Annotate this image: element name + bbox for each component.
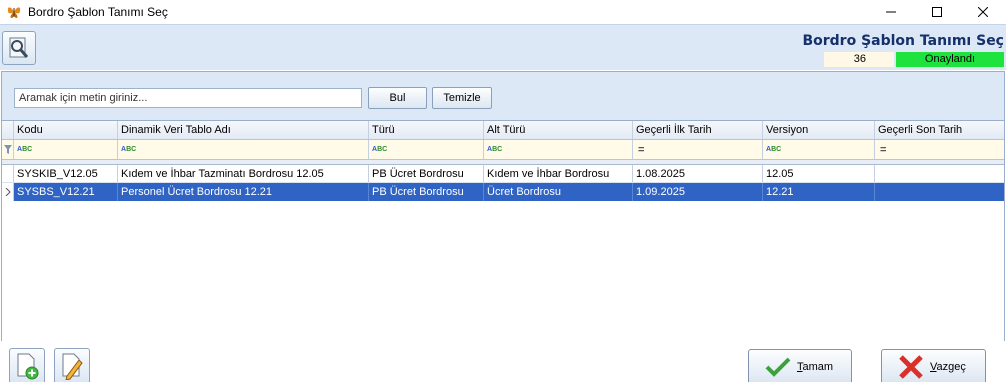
minimize-icon: [886, 11, 896, 13]
filter-cell-turu[interactable]: ABC: [369, 140, 484, 159]
equals-filter-icon: =: [880, 143, 887, 156]
cell-versiyon: 12.05: [763, 165, 875, 182]
maximize-icon: [932, 7, 942, 17]
clear-button[interactable]: Temizle: [432, 87, 492, 109]
filter-cell-alt-turu[interactable]: ABC: [484, 140, 633, 159]
cell-alt-turu: Ücret Bordrosu: [484, 183, 633, 201]
record-count: 36: [824, 52, 894, 67]
main-panel: Bul Temizle Kodu Dinamik Veri Tablo Adı …: [1, 71, 1005, 341]
column-header-alt-turu[interactable]: Alt Türü: [484, 121, 633, 139]
cell-turu: PB Ücret Bordrosu: [369, 183, 484, 201]
search-settings-icon: [9, 37, 29, 58]
filter-cell-tablo-adi[interactable]: ABC: [118, 140, 369, 159]
text-filter-icon: ABC: [487, 145, 503, 153]
column-header-versiyon[interactable]: Versiyon: [763, 121, 875, 139]
tool-button[interactable]: [2, 31, 36, 65]
text-filter-icon: ABC: [17, 145, 33, 153]
search-input[interactable]: [14, 88, 362, 108]
new-button[interactable]: [9, 348, 45, 382]
cell-tablo-adi: Kıdem ve İhbar Tazminatı Bordrosu 12.05: [118, 165, 369, 182]
edit-document-icon: [62, 353, 83, 380]
edit-button[interactable]: [54, 348, 90, 382]
column-header-kodu[interactable]: Kodu: [14, 121, 118, 139]
maximize-button[interactable]: [914, 0, 960, 24]
text-filter-icon: ABC: [766, 145, 782, 153]
table-row[interactable]: SYSKIB_V12.05 Kıdem ve İhbar Tazminatı B…: [2, 165, 1004, 183]
window-title: Bordro Şablon Tanımı Seç: [28, 5, 168, 19]
filter-row: ABC ABC ABC ABC = ABC =: [2, 140, 1004, 160]
cell-son-tarih: [875, 165, 1004, 182]
cell-alt-turu: Kıdem ve İhbar Bordrosu: [484, 165, 633, 182]
grid-header: Kodu Dinamik Veri Tablo Adı Türü Alt Tür…: [2, 121, 1004, 140]
row-indicator-arrow: [2, 183, 14, 201]
text-filter-icon: ABC: [121, 145, 137, 153]
status-badge: Onaylandı: [896, 52, 1004, 67]
cancel-button-label: Vazgeç: [930, 361, 966, 373]
cell-versiyon: 12.21: [763, 183, 875, 201]
cell-tablo-adi: Personel Ücret Bordrosu 12.21: [118, 183, 369, 201]
butterfly-icon: [6, 4, 22, 20]
column-header-son-tarih[interactable]: Geçerli Son Tarih: [875, 121, 1004, 139]
title-bar: Bordro Şablon Tanımı Seç: [0, 0, 1006, 24]
ok-button[interactable]: Tamam: [748, 349, 852, 382]
close-icon: [978, 7, 988, 17]
chevron-right-icon: [5, 188, 11, 196]
text-filter-icon: ABC: [372, 145, 388, 153]
ok-button-label: Tamam: [797, 361, 834, 373]
cell-kodu: SYSKIB_V12.05: [14, 165, 118, 182]
filter-icon: [2, 140, 14, 159]
equals-filter-icon: =: [638, 143, 645, 156]
new-document-icon: [17, 353, 39, 380]
close-button[interactable]: [960, 0, 1006, 24]
filter-cell-versiyon[interactable]: ABC: [763, 140, 875, 159]
cell-kodu: SYSBS_V12.21: [14, 183, 118, 201]
cancel-button[interactable]: Vazgeç: [881, 349, 986, 382]
filter-cell-kodu[interactable]: ABC: [14, 140, 118, 159]
column-header-turu[interactable]: Türü: [369, 121, 484, 139]
form-title: Bordro Şablon Tanımı Seç: [802, 33, 1004, 49]
minimize-button[interactable]: [868, 0, 914, 24]
form-header: Bordro Şablon Tanımı Seç 36 Onaylandı: [0, 24, 1006, 70]
filter-cell-son-tarih[interactable]: =: [875, 140, 1004, 159]
cell-son-tarih: [875, 183, 1004, 201]
column-header-tablo-adi[interactable]: Dinamik Veri Tablo Adı: [118, 121, 369, 139]
filter-cell-ilk-tarih[interactable]: =: [633, 140, 763, 159]
cell-ilk-tarih: 1.08.2025: [633, 165, 763, 182]
cell-ilk-tarih: 1.09.2025: [633, 183, 763, 201]
table-row-selected[interactable]: SYSBS_V12.21 Personel Ücret Bordrosu 12.…: [2, 183, 1004, 201]
cell-turu: PB Ücret Bordrosu: [369, 165, 484, 182]
data-grid: Kodu Dinamik Veri Tablo Adı Türü Alt Tür…: [2, 120, 1004, 341]
column-header-ilk-tarih[interactable]: Geçerli İlk Tarih: [633, 121, 763, 139]
row-indicator-header: [2, 121, 14, 139]
row-indicator: [2, 165, 14, 182]
cross-icon: [899, 355, 923, 379]
checkmark-icon: [765, 357, 791, 377]
find-button[interactable]: Bul: [368, 87, 427, 109]
